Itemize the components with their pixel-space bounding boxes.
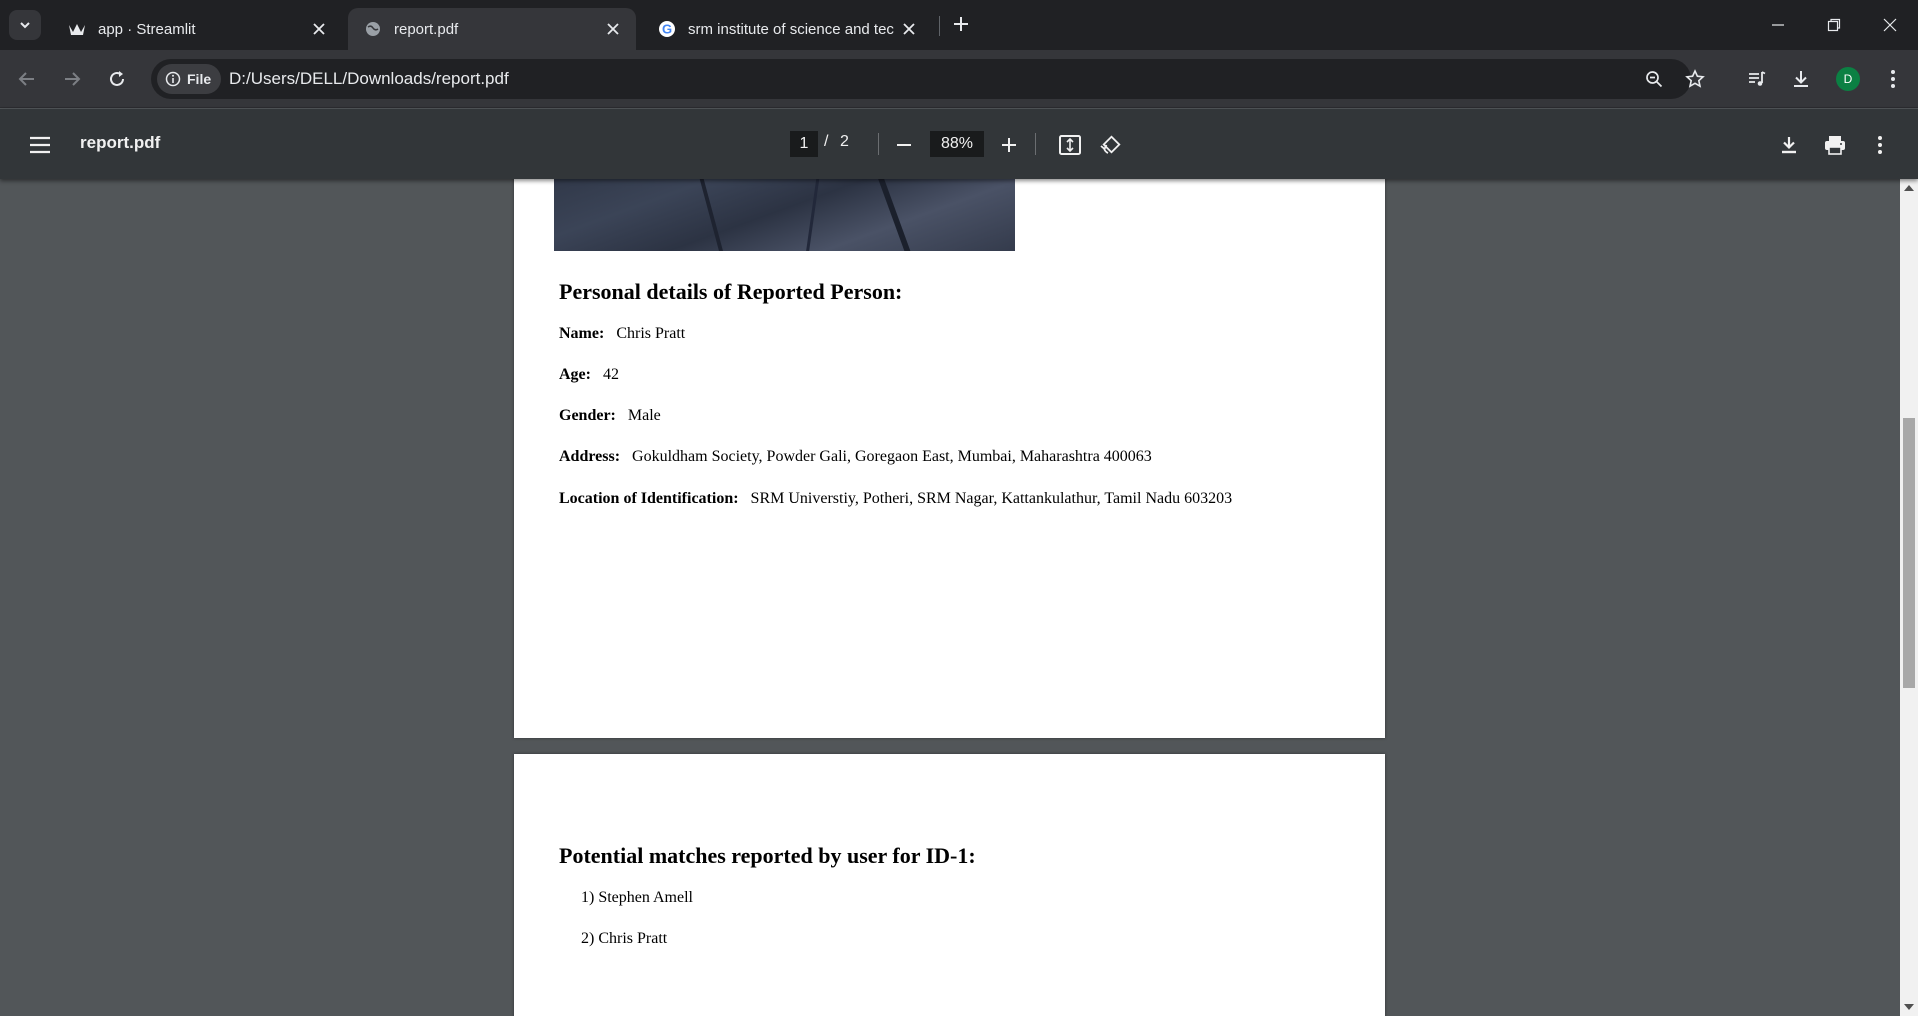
reload-button[interactable] [100, 62, 134, 96]
star-icon [1685, 69, 1705, 88]
close-tab-icon[interactable] [308, 18, 330, 40]
pdf-print-button[interactable] [1819, 129, 1851, 161]
playlist-music-icon [1749, 71, 1766, 86]
detail-value: 42 [602, 366, 619, 383]
match-list-item: 2) Chris Pratt [581, 930, 668, 947]
detail-label: Gender: [559, 407, 616, 424]
minus-icon [897, 144, 911, 146]
back-arrow-icon [18, 72, 34, 86]
tab-streamlit[interactable]: app · Streamlit [52, 8, 342, 50]
detail-row-gender: Gender: Male [559, 407, 661, 425]
restore-icon [1827, 18, 1841, 32]
rotate-counterclockwise-icon [1100, 135, 1121, 154]
tab-strip: app · Streamlit report.pdf G srm institu… [0, 0, 1918, 50]
page-total: 2 [840, 133, 849, 150]
bookmark-button[interactable] [1681, 65, 1709, 93]
detail-value: SRM Universtiy, Potheri, SRM Nagar, Katt… [750, 490, 1233, 507]
page-number-input[interactable]: 1 [790, 131, 818, 157]
fit-to-page-button[interactable] [1054, 129, 1086, 161]
detail-row-address: Address: Gokuldham Society, Powder Gali,… [559, 448, 1152, 466]
tab-report-pdf[interactable]: report.pdf [348, 8, 636, 50]
zoom-out-button[interactable] [888, 129, 920, 161]
fit-page-icon [1059, 135, 1081, 155]
tab-title: srm institute of science and tec [688, 20, 894, 38]
detail-label: Age: [559, 366, 591, 383]
pdf-page-2: Potential matches reported by user for I… [514, 754, 1385, 1016]
detail-value: Male [627, 407, 661, 424]
hamburger-menu-icon [30, 136, 50, 154]
scrollbar-thumb[interactable] [1903, 418, 1915, 688]
scroll-down-arrow-icon[interactable] [1904, 1004, 1914, 1010]
zoom-level-input[interactable]: 88% [930, 131, 984, 157]
tab-google-search[interactable]: G srm institute of science and tec [642, 8, 932, 50]
kebab-menu-icon [1891, 70, 1895, 88]
viewer-scrollbar[interactable] [1900, 179, 1918, 1016]
address-bar[interactable]: File D:/Users/DELL/Downloads/report.pdf [151, 59, 1705, 99]
browser-toolbar: File D:/Users/DELL/Downloads/report.pdf … [0, 50, 1918, 108]
zoom-out-magnifier-icon [1646, 71, 1663, 88]
browser-menu-button[interactable] [1876, 62, 1910, 96]
info-icon [165, 71, 181, 87]
close-window-button[interactable] [1862, 0, 1918, 50]
chevron-down-icon [20, 22, 30, 29]
detail-row-age: Age: 42 [559, 366, 619, 384]
personal-details-heading: Personal details of Reported Person: [559, 279, 903, 304]
url-text[interactable]: D:/Users/DELL/Downloads/report.pdf [229, 69, 509, 89]
restore-button[interactable] [1806, 0, 1862, 50]
detail-row-location: Location of Identification: SRM Universt… [559, 490, 1232, 508]
site-info-chip[interactable]: File [157, 64, 222, 94]
detail-label: Location of Identification: [559, 490, 739, 507]
match-list-item: 1) Stephen Amell [581, 889, 693, 906]
forward-arrow-icon [65, 72, 81, 86]
close-tab-icon[interactable] [602, 18, 624, 40]
plus-icon [954, 17, 968, 31]
reload-icon [110, 71, 124, 86]
reported-person-photo [554, 179, 1015, 251]
pdf-document-title: report.pdf [80, 133, 161, 152]
detail-label: Address: [559, 448, 621, 465]
scroll-up-arrow-icon[interactable] [1904, 185, 1914, 191]
pdf-more-actions-button[interactable] [1864, 129, 1896, 161]
google-icon: G [658, 20, 676, 38]
globe-icon [364, 20, 382, 38]
zoom-indicator-button[interactable] [1640, 65, 1668, 93]
pdf-viewer[interactable]: Personal details of Reported Person: Nam… [0, 179, 1900, 1016]
back-button[interactable] [10, 62, 44, 96]
svg-text:G: G [662, 22, 672, 37]
toolbar-divider [878, 133, 879, 155]
tab-separator [939, 16, 940, 36]
printer-icon [1825, 136, 1845, 155]
detail-row-name: Name: Chris Pratt [559, 325, 685, 343]
forward-button[interactable] [55, 62, 89, 96]
download-icon [1794, 71, 1808, 87]
page-separator: / [824, 133, 829, 150]
minimize-button[interactable] [1750, 0, 1806, 50]
pdf-toolbar: report.pdf 1 / 2 88% [0, 109, 1918, 179]
site-info-label: File [187, 71, 212, 87]
pdf-sidebar-toggle[interactable] [24, 131, 56, 159]
pdf-page-1: Personal details of Reported Person: Nam… [514, 179, 1385, 738]
new-tab-button[interactable] [947, 10, 975, 38]
close-tab-icon[interactable] [898, 18, 920, 40]
plus-icon [1002, 138, 1016, 152]
potential-matches-heading: Potential matches reported by user for I… [559, 843, 976, 868]
tab-search-button[interactable] [9, 10, 41, 40]
downloads-button[interactable] [1784, 62, 1818, 96]
zoom-in-button[interactable] [993, 129, 1025, 161]
tab-title: app · Streamlit [98, 20, 196, 38]
tab-title: report.pdf [394, 20, 459, 38]
minimize-icon [1772, 24, 1784, 26]
detail-value: Chris Pratt [616, 325, 686, 342]
rotate-button[interactable] [1094, 129, 1126, 161]
media-controls-button[interactable] [1740, 62, 1774, 96]
streamlit-crown-icon [68, 20, 86, 38]
download-icon [1782, 137, 1796, 154]
detail-label: Name: [559, 325, 605, 342]
close-icon [1883, 18, 1897, 32]
kebab-menu-icon [1878, 136, 1882, 154]
profile-avatar[interactable]: D [1836, 67, 1860, 91]
detail-value: Gokuldham Society, Powder Gali, Goregaon… [632, 448, 1152, 465]
pdf-download-button[interactable] [1773, 129, 1805, 161]
toolbar-divider [1035, 133, 1036, 155]
